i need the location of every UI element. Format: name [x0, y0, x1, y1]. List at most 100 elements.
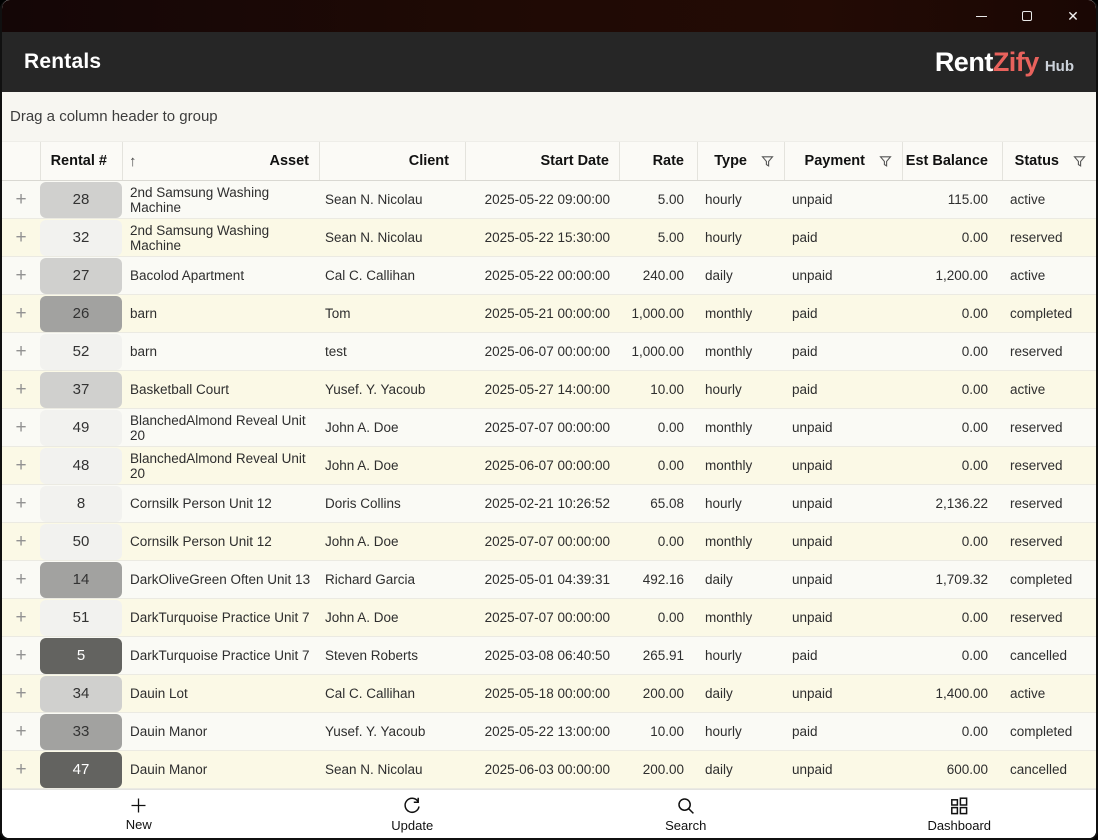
- asset-cell: DarkTurquoise Practice Unit 7: [122, 599, 319, 636]
- expand-row-button[interactable]: +: [2, 637, 40, 674]
- expand-row-button[interactable]: +: [2, 409, 40, 446]
- asset-cell: barn: [122, 295, 319, 332]
- group-by-drop-zone[interactable]: Drag a column header to group: [2, 92, 1096, 142]
- maximize-button[interactable]: [1004, 0, 1050, 32]
- client-cell: Doris Collins: [319, 485, 465, 522]
- client-cell: John A. Doe: [319, 523, 465, 560]
- expand-row-button[interactable]: +: [2, 447, 40, 484]
- expand-row-button[interactable]: +: [2, 751, 40, 788]
- expand-row-button[interactable]: +: [2, 295, 40, 332]
- expand-row-button[interactable]: +: [2, 599, 40, 636]
- dashboard-button[interactable]: Dashboard: [823, 790, 1097, 838]
- type-cell: daily: [697, 675, 784, 712]
- column-header-status[interactable]: Status: [1002, 142, 1096, 180]
- close-button[interactable]: ✕: [1050, 0, 1096, 32]
- payment-cell: unpaid: [784, 675, 902, 712]
- table-row[interactable]: +47Dauin ManorSean N. Nicolau2025-06-03 …: [2, 751, 1096, 789]
- expand-row-button[interactable]: +: [2, 713, 40, 750]
- est-balance-cell: 1,709.32: [902, 561, 1002, 598]
- rate-cell: 0.00: [619, 447, 697, 484]
- expand-plus-icon: +: [15, 304, 26, 323]
- start-date-cell: 2025-07-07 00:00:00: [465, 523, 619, 560]
- rate-cell: 0.00: [619, 523, 697, 560]
- table-row[interactable]: +5DarkTurquoise Practice Unit 7Steven Ro…: [2, 637, 1096, 675]
- filter-icon[interactable]: [761, 155, 774, 168]
- est-balance-cell: 0.00: [902, 409, 1002, 446]
- rental-number-cell: 48: [40, 447, 122, 484]
- type-cell: daily: [697, 561, 784, 598]
- rate-cell: 240.00: [619, 257, 697, 294]
- column-header-start-date[interactable]: Start Date: [465, 142, 619, 180]
- column-header-client[interactable]: Client: [319, 142, 465, 180]
- search-button[interactable]: Search: [549, 790, 823, 838]
- expand-row-button[interactable]: +: [2, 523, 40, 560]
- payment-cell: paid: [784, 295, 902, 332]
- column-header-type[interactable]: Type: [697, 142, 784, 180]
- table-row[interactable]: +50Cornsilk Person Unit 12John A. Doe202…: [2, 523, 1096, 561]
- expand-plus-icon: +: [15, 228, 26, 247]
- page-title: Rentals: [24, 50, 101, 74]
- rental-number-cell: 27: [40, 257, 122, 294]
- table-row[interactable]: +322nd Samsung Washing MachineSean N. Ni…: [2, 219, 1096, 257]
- rate-cell: 10.00: [619, 371, 697, 408]
- table-row[interactable]: +37Basketball CourtYusef. Y. Yacoub2025-…: [2, 371, 1096, 409]
- table-row[interactable]: +34Dauin LotCal C. Callihan2025-05-18 00…: [2, 675, 1096, 713]
- start-date-cell: 2025-06-07 00:00:00: [465, 447, 619, 484]
- est-balance-cell: 2,136.22: [902, 485, 1002, 522]
- asset-cell: BlanchedAlmond Reveal Unit 20: [122, 409, 319, 446]
- filter-icon[interactable]: [1073, 155, 1086, 168]
- payment-cell: unpaid: [784, 257, 902, 294]
- new-button[interactable]: New: [2, 790, 276, 838]
- client-cell: Yusef. Y. Yacoub: [319, 371, 465, 408]
- client-cell: Sean N. Nicolau: [319, 219, 465, 256]
- type-cell: daily: [697, 751, 784, 788]
- expand-plus-icon: +: [15, 722, 26, 741]
- start-date-cell: 2025-06-07 00:00:00: [465, 333, 619, 370]
- column-header-rental-number[interactable]: Rental #: [40, 142, 122, 180]
- table-row[interactable]: +48BlanchedAlmond Reveal Unit 20John A. …: [2, 447, 1096, 485]
- expand-row-button[interactable]: +: [2, 181, 40, 218]
- bottom-toolbar: New Update Search Dashboard: [2, 789, 1096, 838]
- table-row[interactable]: +51DarkTurquoise Practice Unit 7John A. …: [2, 599, 1096, 637]
- est-balance-cell: 0.00: [902, 523, 1002, 560]
- table-row[interactable]: +52barntest2025-06-07 00:00:001,000.00mo…: [2, 333, 1096, 371]
- payment-cell: unpaid: [784, 181, 902, 218]
- rate-cell: 492.16: [619, 561, 697, 598]
- est-balance-cell: 1,200.00: [902, 257, 1002, 294]
- start-date-cell: 2025-07-07 00:00:00: [465, 409, 619, 446]
- start-date-cell: 2025-05-01 04:39:31: [465, 561, 619, 598]
- status-cell: active: [1002, 181, 1096, 218]
- table-row[interactable]: +49BlanchedAlmond Reveal Unit 20John A. …: [2, 409, 1096, 447]
- rental-number-cell: 37: [40, 371, 122, 408]
- rental-number-badge: 47: [40, 752, 122, 788]
- expand-plus-icon: +: [15, 342, 26, 361]
- expand-row-button[interactable]: +: [2, 485, 40, 522]
- table-row[interactable]: +8Cornsilk Person Unit 12Doris Collins20…: [2, 485, 1096, 523]
- expand-row-button[interactable]: +: [2, 561, 40, 598]
- minimize-button[interactable]: [958, 0, 1004, 32]
- table-row[interactable]: +26barnTom2025-05-21 00:00:001,000.00mon…: [2, 295, 1096, 333]
- expand-row-button[interactable]: +: [2, 371, 40, 408]
- column-header-est-balance[interactable]: Est Balance: [902, 142, 1002, 180]
- table-row[interactable]: +14DarkOliveGreen Often Unit 13Richard G…: [2, 561, 1096, 599]
- filter-icon[interactable]: [879, 155, 892, 168]
- column-header-asset[interactable]: ↑ Asset: [122, 142, 319, 180]
- column-header-rate[interactable]: Rate: [619, 142, 697, 180]
- payment-cell: unpaid: [784, 447, 902, 484]
- expand-row-button[interactable]: +: [2, 675, 40, 712]
- column-header-payment[interactable]: Payment: [784, 142, 902, 180]
- table-row[interactable]: +27Bacolod ApartmentCal C. Callihan2025-…: [2, 257, 1096, 295]
- start-date-cell: 2025-03-08 06:40:50: [465, 637, 619, 674]
- update-button[interactable]: Update: [276, 790, 550, 838]
- table-row[interactable]: +282nd Samsung Washing MachineSean N. Ni…: [2, 181, 1096, 219]
- status-cell: reserved: [1002, 333, 1096, 370]
- expand-row-button[interactable]: +: [2, 333, 40, 370]
- table-row[interactable]: +33Dauin ManorYusef. Y. Yacoub2025-05-22…: [2, 713, 1096, 751]
- est-balance-cell: 0.00: [902, 219, 1002, 256]
- start-date-cell: 2025-05-27 14:00:00: [465, 371, 619, 408]
- expand-row-button[interactable]: +: [2, 257, 40, 294]
- expand-row-button[interactable]: +: [2, 219, 40, 256]
- rental-number-badge: 37: [40, 372, 122, 408]
- asset-cell: DarkTurquoise Practice Unit 7: [122, 637, 319, 674]
- client-cell: Steven Roberts: [319, 637, 465, 674]
